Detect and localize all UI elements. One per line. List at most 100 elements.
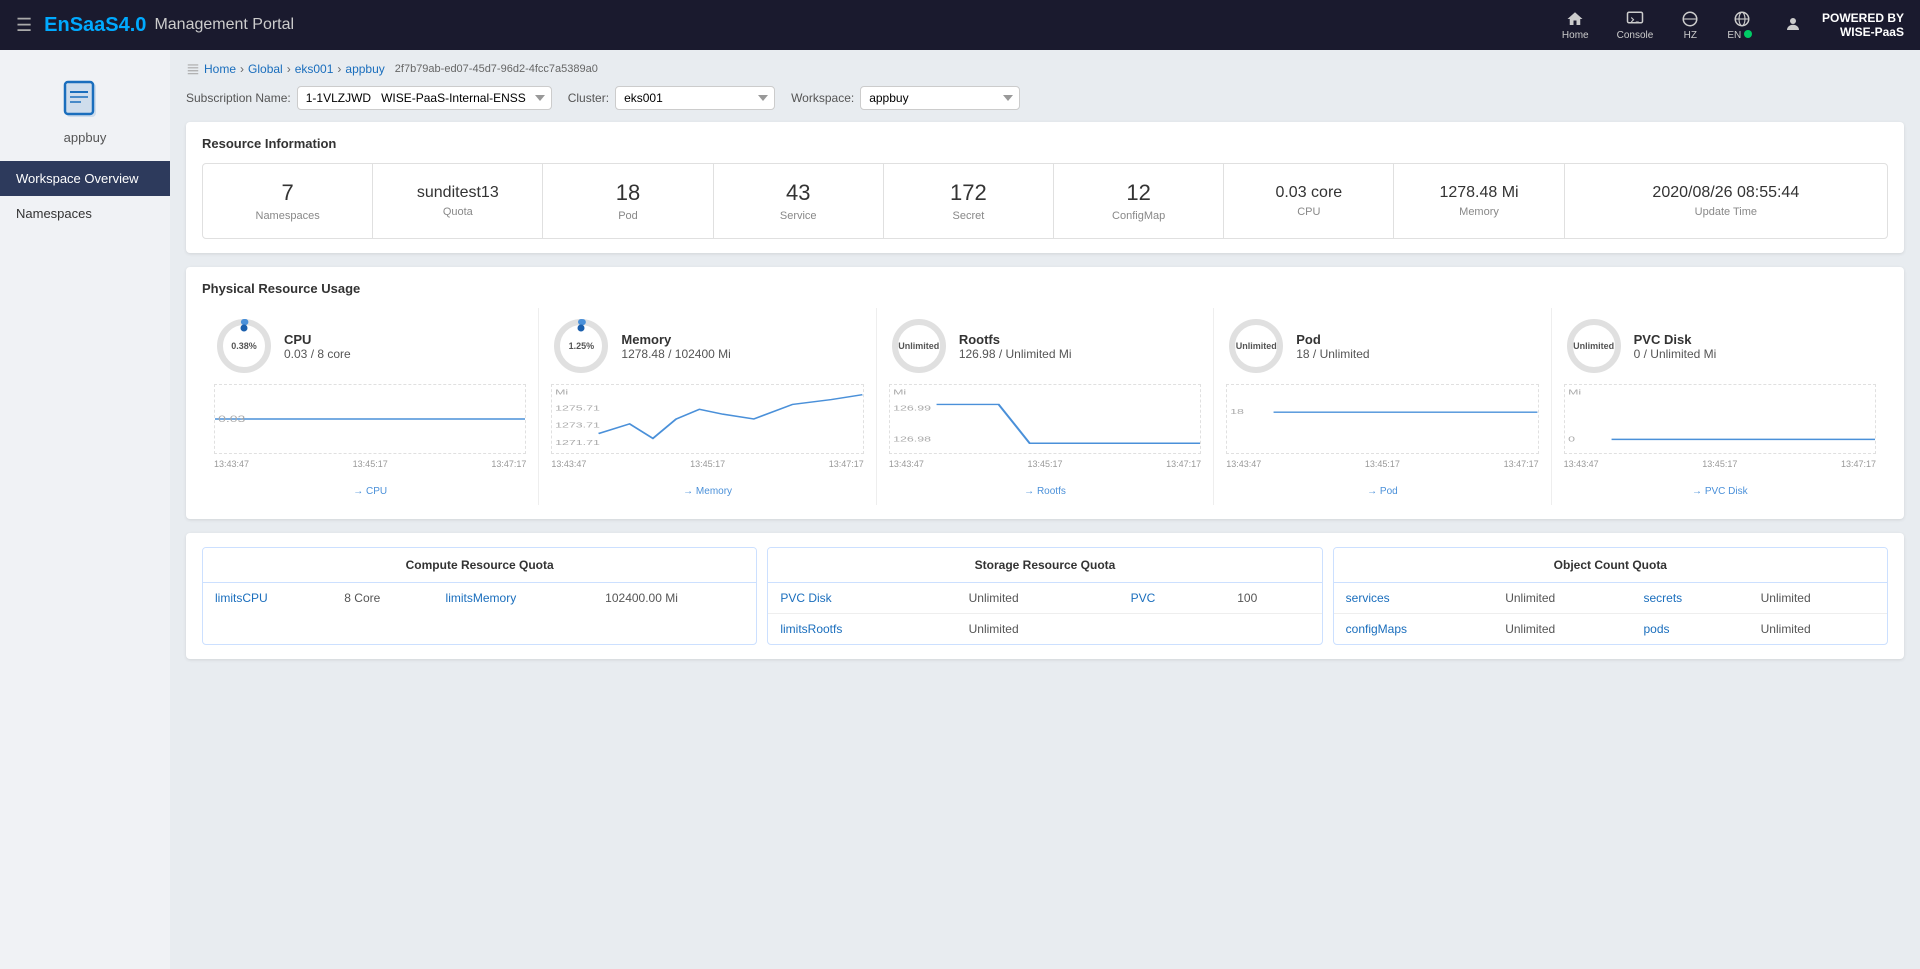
rootfs-time-1: 13:43:47 [889, 459, 924, 469]
resource-cell-cpu: 0.03 core CPU [1224, 164, 1394, 238]
breadcrumb: Home › Global › eks001 › appbuy 2f7b79ab… [186, 62, 1904, 76]
workspace-filter: Workspace: appbuy [791, 86, 1020, 110]
cluster-select[interactable]: eks001 [615, 86, 775, 110]
topnav-icons: Home Console HZ EN [1562, 10, 1802, 41]
breadcrumb-home[interactable]: Home [204, 62, 236, 76]
update-time-label-cell: Update Time [1695, 206, 1757, 218]
pod-label-cell: Pod [618, 210, 638, 222]
namespaces-value: 7 [281, 180, 293, 206]
storage-quota-title: Storage Resource Quota [768, 548, 1321, 583]
breadcrumb-appbuy[interactable]: appbuy [345, 62, 384, 76]
svg-text:Mi: Mi [1568, 389, 1581, 397]
pod-legend: → Pod [1226, 486, 1538, 497]
rootfs-time-2: 13:45:17 [1027, 459, 1062, 469]
brand-logo: EnSaaS4.0 [44, 14, 146, 37]
pod-metric-value: 18 / Unlimited [1296, 347, 1369, 361]
svg-text:Mi: Mi [893, 389, 906, 397]
table-row: limitsRootfs Unlimited [768, 614, 1321, 645]
app-logo-icon [61, 76, 109, 124]
console-nav-item[interactable]: Console [1617, 10, 1654, 41]
configmaps-key: configMaps [1334, 614, 1494, 645]
configmap-label-cell: ConfigMap [1112, 210, 1165, 222]
secrets-val: Unlimited [1749, 583, 1887, 614]
resource-cell-quota: sunditest13 Quota [373, 164, 543, 238]
object-quota-card: Object Count Quota services Unlimited se… [1333, 547, 1888, 645]
resource-info-grid: 7 Namespaces sunditest13 Quota 18 Pod 43… [202, 163, 1888, 239]
namespaces-label: Namespaces [16, 206, 92, 221]
pod-donut: Unlimited [1226, 316, 1286, 376]
cpu-label-cell: CPU [1297, 206, 1320, 218]
cpu-time-2: 13:45:17 [353, 459, 388, 469]
mem-time-3: 13:47:17 [829, 459, 864, 469]
rootfs-metric-value: 126.98 / Unlimited Mi [959, 347, 1072, 361]
limits-rootfs-key: limitsRootfs [768, 614, 956, 645]
cpu-donut-label: 0.38% [231, 341, 257, 351]
mem-time-1: 13:43:47 [551, 459, 586, 469]
rootfs-chart: Mi 126.99 126.98 13:43:47 13:45:17 13:47… [889, 384, 1201, 484]
subscription-select[interactable]: 1-1VLZJWD WISE-PaaS-Internal-ENSS [297, 86, 552, 110]
limits-cpu-key: limitsCPU [203, 583, 332, 613]
language-label: EN [1727, 30, 1756, 41]
quota-section: Compute Resource Quota limitsCPU 8 Core … [202, 547, 1888, 645]
object-quota-title: Object Count Quota [1334, 548, 1887, 583]
svg-text:0: 0 [1568, 435, 1575, 443]
workspace-label: Workspace: [791, 91, 854, 105]
resource-cell-service: 43 Service [714, 164, 884, 238]
menu-icon[interactable]: ☰ [16, 15, 32, 36]
svg-text:126.98: 126.98 [893, 435, 931, 443]
limits-cpu-val: 8 Core [332, 583, 433, 613]
secret-value: 172 [950, 180, 987, 206]
pvcdisk-metric-value: 0 / Unlimited Mi [1634, 347, 1717, 361]
pvcdisk-val: Unlimited [957, 583, 1119, 614]
hz-label: HZ [1684, 30, 1697, 41]
sidebar-item-namespaces[interactable]: Namespaces [0, 196, 170, 231]
svg-text:1275.71: 1275.71 [556, 404, 601, 412]
svg-text:126.99: 126.99 [893, 404, 931, 412]
quota-label-cell: Quota [443, 206, 473, 218]
breadcrumb-guid: 2f7b79ab-ed07-45d7-96d2-4fcc7a5389a0 [395, 63, 598, 75]
pru-grid: 0.38% CPU 0.03 / 8 core 0.03 [202, 308, 1888, 505]
user-nav-item[interactable] [1784, 15, 1802, 35]
breadcrumb-list-icon [186, 62, 200, 76]
configmaps-val: Unlimited [1493, 614, 1631, 645]
pod-time-1: 13:43:47 [1226, 459, 1261, 469]
rootfs-donut: Unlimited [889, 316, 949, 376]
resource-cell-configmap: 12 ConfigMap [1054, 164, 1224, 238]
compute-quota-table: limitsCPU 8 Core limitsMemory 102400.00 … [203, 583, 756, 613]
cpu-time-1: 13:43:47 [214, 459, 249, 469]
breadcrumb-eks001[interactable]: eks001 [295, 62, 334, 76]
pru-cpu: 0.38% CPU 0.03 / 8 core 0.03 [202, 308, 539, 505]
limits-memory-key: limitsMemory [434, 583, 594, 613]
main-content: Home › Global › eks001 › appbuy 2f7b79ab… [170, 50, 1920, 969]
console-label: Console [1617, 30, 1654, 41]
workspace-select[interactable]: appbuy [860, 86, 1020, 110]
cpu-value: 0.03 core [1275, 184, 1342, 202]
sidebar-item-workspace-overview[interactable]: Workspace Overview [0, 161, 170, 196]
sidebar-logo-area: appbuy [0, 60, 170, 161]
resource-info-title: Resource Information [202, 136, 1888, 151]
rootfs-time-3: 13:47:17 [1166, 459, 1201, 469]
rootfs-metric-name: Rootfs [959, 332, 1072, 347]
compute-quota-title: Compute Resource Quota [203, 548, 756, 583]
pru-pod: Unlimited Pod 18 / Unlimited 18 [1214, 308, 1551, 505]
limits-rootfs-val: Unlimited [957, 614, 1119, 645]
resource-cell-namespaces: 7 Namespaces [203, 164, 373, 238]
physical-resource-panel: Physical Resource Usage 0.38% [186, 267, 1904, 519]
pru-pvcdisk: Unlimited PVC Disk 0 / Unlimited Mi Mi 0 [1552, 308, 1888, 505]
cpu-metric-value: 0.03 / 8 core [284, 347, 351, 361]
services-key: services [1334, 583, 1494, 614]
language-nav-item[interactable]: EN [1727, 10, 1756, 41]
storage-quota-table: PVC Disk Unlimited PVC 100 limitsRootfs … [768, 583, 1321, 644]
breadcrumb-global[interactable]: Global [248, 62, 283, 76]
table-row: limitsCPU 8 Core limitsMemory 102400.00 … [203, 583, 756, 613]
hz-nav-item[interactable]: HZ [1681, 10, 1699, 41]
top-navigation: ☰ EnSaaS4.0 Management Portal Home Conso… [0, 0, 1920, 50]
cluster-filter: Cluster: eks001 [568, 86, 775, 110]
storage-quota-card: Storage Resource Quota PVC Disk Unlimite… [767, 547, 1322, 645]
home-nav-item[interactable]: Home [1562, 10, 1589, 41]
table-row: services Unlimited secrets Unlimited [1334, 583, 1887, 614]
memory-value: 1278.48 Mi [1439, 184, 1518, 202]
resource-info-panel: Resource Information 7 Namespaces sundit… [186, 122, 1904, 253]
pvcdisk-time-3: 13:47:17 [1841, 459, 1876, 469]
svg-text:18: 18 [1230, 408, 1244, 416]
